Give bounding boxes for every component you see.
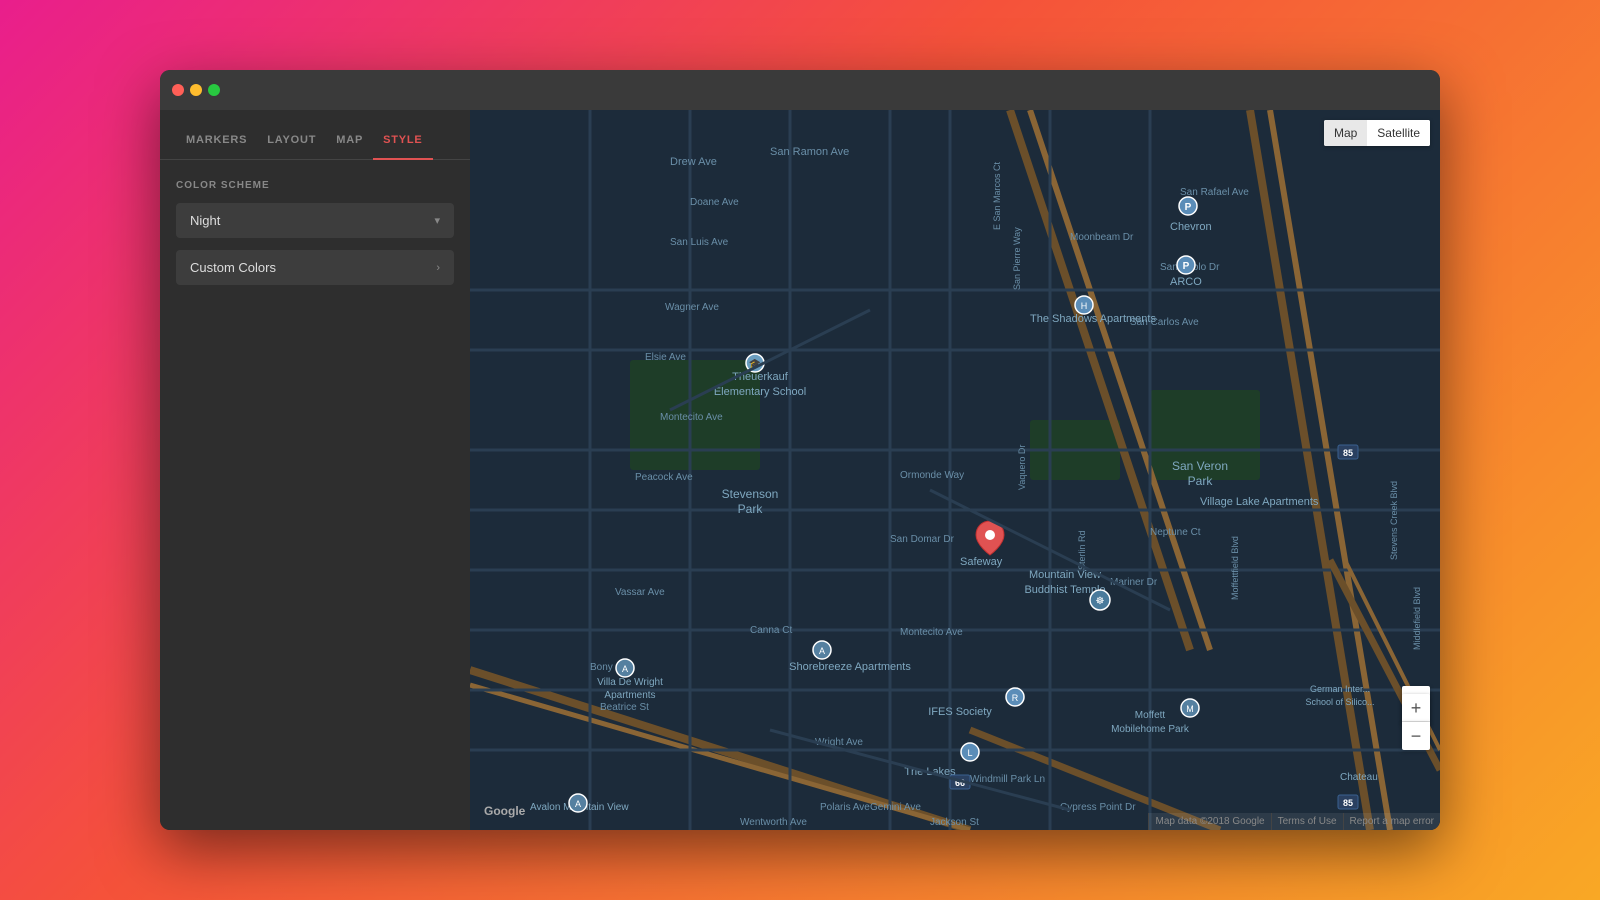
main-content: MARKERS LAYOUT MAP STYLE COLOR SCHEME Ni… <box>160 110 1440 830</box>
zoom-in-button[interactable]: + <box>1402 694 1430 722</box>
custom-colors-row[interactable]: Custom Colors › <box>176 250 454 285</box>
custom-colors-label: Custom Colors <box>190 260 276 275</box>
svg-text:Wentworth Ave: Wentworth Ave <box>740 817 807 828</box>
svg-text:Wagner Ave: Wagner Ave <box>665 302 719 313</box>
svg-text:San Veron: San Veron <box>1172 459 1228 473</box>
svg-text:Polaris Ave: Polaris Ave <box>820 802 870 813</box>
maximize-button[interactable] <box>208 84 220 96</box>
tab-style[interactable]: STYLE <box>373 122 432 160</box>
svg-text:R: R <box>1012 693 1019 703</box>
svg-text:Safeway: Safeway <box>960 556 1003 568</box>
svg-text:Canna Ct: Canna Ct <box>750 625 792 636</box>
dropdown-value: Night <box>190 213 220 228</box>
svg-text:Stevens Creek Blvd: Stevens Creek Blvd <box>1389 481 1399 560</box>
svg-text:Windmill Park Ln: Windmill Park Ln <box>970 774 1045 785</box>
zoom-out-button[interactable]: − <box>1402 722 1430 750</box>
svg-text:San Domar Dr: San Domar Dr <box>890 534 955 545</box>
svg-text:A: A <box>819 646 825 656</box>
svg-text:German Inter...: German Inter... <box>1310 684 1370 694</box>
svg-text:Villa De Wright: Villa De Wright <box>597 677 663 688</box>
svg-text:Vassar Ave: Vassar Ave <box>615 587 665 598</box>
svg-text:P: P <box>1183 261 1190 272</box>
tab-markers[interactable]: MARKERS <box>176 122 257 160</box>
map-type-map-button[interactable]: Map <box>1324 120 1367 146</box>
terms-of-use-link[interactable]: Terms of Use <box>1271 813 1343 830</box>
google-logo: Google <box>484 804 525 818</box>
svg-text:Montecito Ave: Montecito Ave <box>900 627 963 638</box>
svg-text:San Ramon Ave: San Ramon Ave <box>770 146 849 158</box>
minimize-button[interactable] <box>190 84 202 96</box>
svg-text:☸: ☸ <box>1096 596 1105 607</box>
map-type-toggle: Map Satellite <box>1324 120 1430 146</box>
report-map-error-link[interactable]: Report a map error <box>1343 813 1440 830</box>
svg-text:Neptune Ct: Neptune Ct <box>1150 527 1201 538</box>
svg-text:85: 85 <box>1343 448 1353 458</box>
svg-text:Chateau: Chateau <box>1340 772 1378 783</box>
svg-text:M: M <box>1186 704 1194 714</box>
svg-text:IFES Society: IFES Society <box>928 706 992 718</box>
svg-text:San Luis Ave: San Luis Ave <box>670 237 729 248</box>
nav-tabs: MARKERS LAYOUT MAP STYLE <box>160 110 470 160</box>
svg-text:Shorebreeze Apartments: Shorebreeze Apartments <box>789 661 911 673</box>
color-scheme-dropdown[interactable]: Night ▾ <box>176 203 454 238</box>
title-bar <box>160 70 1440 110</box>
tab-map[interactable]: MAP <box>326 122 373 160</box>
svg-text:85: 85 <box>1343 798 1353 808</box>
map-area[interactable]: Drew Ave San Ramon Ave Doane Ave San Lui… <box>470 110 1440 830</box>
map-attribution: Map data ©2018 Google <box>1148 813 1270 830</box>
svg-text:Elementary School: Elementary School <box>714 386 806 398</box>
svg-text:School of Silico...: School of Silico... <box>1305 697 1374 707</box>
svg-text:Jackson St: Jackson St <box>930 817 979 828</box>
svg-text:San Pierre Way: San Pierre Way <box>1012 227 1022 290</box>
svg-text:Chevron: Chevron <box>1170 221 1212 233</box>
map-roads: Drew Ave San Ramon Ave Doane Ave San Lui… <box>470 110 1440 830</box>
svg-text:A: A <box>575 799 581 809</box>
svg-text:Gemini Ave: Gemini Ave <box>870 802 921 813</box>
svg-text:E San Marcos Ct: E San Marcos Ct <box>992 161 1002 230</box>
svg-text:ARCO: ARCO <box>1170 276 1202 288</box>
svg-text:L: L <box>967 748 972 758</box>
zoom-controls: + − <box>1402 694 1430 750</box>
map-type-satellite-button[interactable]: Satellite <box>1367 120 1430 146</box>
svg-text:The Shadows Apartments: The Shadows Apartments <box>1030 313 1156 325</box>
svg-text:Park: Park <box>738 502 764 516</box>
svg-text:Park: Park <box>1188 474 1214 488</box>
svg-text:Moffett: Moffett <box>1135 710 1166 721</box>
svg-text:Montecito Ave: Montecito Ave <box>660 412 723 423</box>
tab-layout[interactable]: LAYOUT <box>257 122 326 160</box>
svg-text:Elsie Ave: Elsie Ave <box>645 352 686 363</box>
svg-text:Theuerkauf: Theuerkauf <box>732 371 789 383</box>
svg-text:Drew Ave: Drew Ave <box>670 156 717 168</box>
color-scheme-label: COLOR SCHEME <box>176 180 454 191</box>
svg-text:Mobilehome Park: Mobilehome Park <box>1111 724 1190 735</box>
svg-text:Ormonde Way: Ormonde Way <box>900 470 964 481</box>
window-controls <box>172 84 220 96</box>
sidebar: MARKERS LAYOUT MAP STYLE COLOR SCHEME Ni… <box>160 110 470 830</box>
svg-text:Beatrice St: Beatrice St <box>600 702 649 713</box>
close-button[interactable] <box>172 84 184 96</box>
svg-text:H: H <box>1081 301 1088 311</box>
svg-text:Middlefield Blvd: Middlefield Blvd <box>1412 587 1422 650</box>
svg-text:San Rafael Ave: San Rafael Ave <box>1180 187 1249 198</box>
svg-text:A: A <box>622 664 628 674</box>
svg-text:Village Lake Apartments: Village Lake Apartments <box>1200 496 1319 508</box>
map-footer: Map data ©2018 Google Terms of Use Repor… <box>1148 813 1440 830</box>
svg-text:Peacock Ave: Peacock Ave <box>635 472 693 483</box>
svg-text:Cypress Point Dr: Cypress Point Dr <box>1060 802 1136 813</box>
svg-text:P: P <box>1185 202 1192 213</box>
svg-text:Moonbeam Dr: Moonbeam Dr <box>1070 232 1134 243</box>
svg-text:Moffettfield Blvd: Moffettfield Blvd <box>1230 536 1240 600</box>
chevron-down-icon: ▾ <box>434 214 440 227</box>
chevron-right-icon: › <box>436 262 440 274</box>
app-window: MARKERS LAYOUT MAP STYLE COLOR SCHEME Ni… <box>160 70 1440 830</box>
sidebar-content: COLOR SCHEME Night ▾ Custom Colors › <box>160 160 470 305</box>
svg-text:Doane Ave: Doane Ave <box>690 197 739 208</box>
svg-text:Vaquero Dr: Vaquero Dr <box>1017 445 1027 490</box>
svg-text:Stevenson: Stevenson <box>722 487 779 501</box>
svg-text:Apartments: Apartments <box>604 690 655 701</box>
